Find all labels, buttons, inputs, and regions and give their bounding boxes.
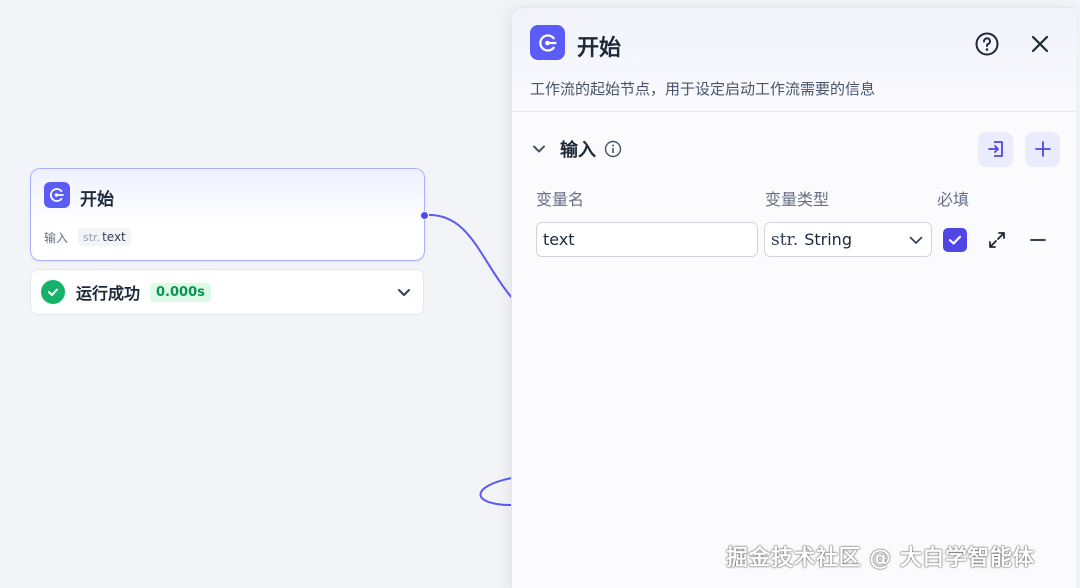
panel-title: 开始 (577, 36, 622, 61)
start-node-card[interactable]: 开始 输入 str. text (30, 168, 425, 261)
close-icon[interactable] (1028, 32, 1052, 56)
section-actions (978, 131, 1060, 167)
required-checkbox[interactable] (943, 228, 967, 252)
add-variable-button[interactable] (1025, 131, 1060, 167)
variable-type-value: String (804, 230, 852, 249)
variable-chip: str. text (78, 228, 131, 246)
column-header-name: 变量名 (536, 190, 585, 209)
variable-row: str. String (536, 222, 1060, 258)
node-output-handle[interactable] (420, 211, 429, 220)
help-icon[interactable] (974, 31, 1000, 57)
node-input-row: 输入 str. text (44, 227, 131, 247)
chevron-down-icon[interactable] (530, 140, 548, 158)
import-icon (987, 141, 1003, 157)
chevron-down-icon (909, 236, 923, 244)
variable-type-select[interactable]: str. String (764, 222, 932, 257)
start-node-icon (530, 25, 565, 60)
check-circle-icon (41, 280, 65, 304)
start-node-icon (44, 182, 70, 208)
info-icon[interactable] (604, 140, 622, 158)
edge-loop (479, 477, 513, 506)
node-title: 开始 (80, 190, 114, 210)
run-status-label: 运行成功 (76, 284, 141, 303)
chevron-down-icon[interactable] (395, 283, 413, 301)
checkbox-checked-icon (948, 235, 962, 245)
column-header-type: 变量类型 (765, 190, 830, 209)
node-settings-panel: 开始 工作流的起始节点，用于设定启动工作流需要的信息 输入 变量名 变量类型 必… (511, 7, 1076, 588)
variable-type-prefix: str. (83, 230, 101, 244)
edge-start-out (424, 213, 513, 299)
panel-header: 开始 工作流的起始节点，用于设定启动工作流需要的信息 (512, 8, 1076, 112)
panel-description: 工作流的起始节点，用于设定启动工作流需要的信息 (530, 80, 876, 98)
node-input-label: 输入 (44, 230, 69, 245)
expand-icon[interactable] (986, 229, 1008, 251)
variable-type-prefix: str. (771, 229, 799, 250)
column-header-required: 必填 (937, 190, 970, 209)
variable-name: text (102, 230, 126, 244)
import-variable-button[interactable] (978, 131, 1013, 167)
input-section-title: 输入 (560, 140, 596, 161)
run-duration-badge: 0.000s (150, 282, 211, 302)
variable-name-input[interactable] (536, 222, 758, 257)
plus-icon (1034, 141, 1051, 157)
watermark: 掘金技术社区 @ 大白学智能体 (726, 546, 1035, 571)
minus-icon[interactable] (1027, 229, 1049, 251)
run-status-bar[interactable]: 运行成功 0.000s (30, 269, 424, 315)
input-section-header: 输入 (530, 131, 1060, 167)
